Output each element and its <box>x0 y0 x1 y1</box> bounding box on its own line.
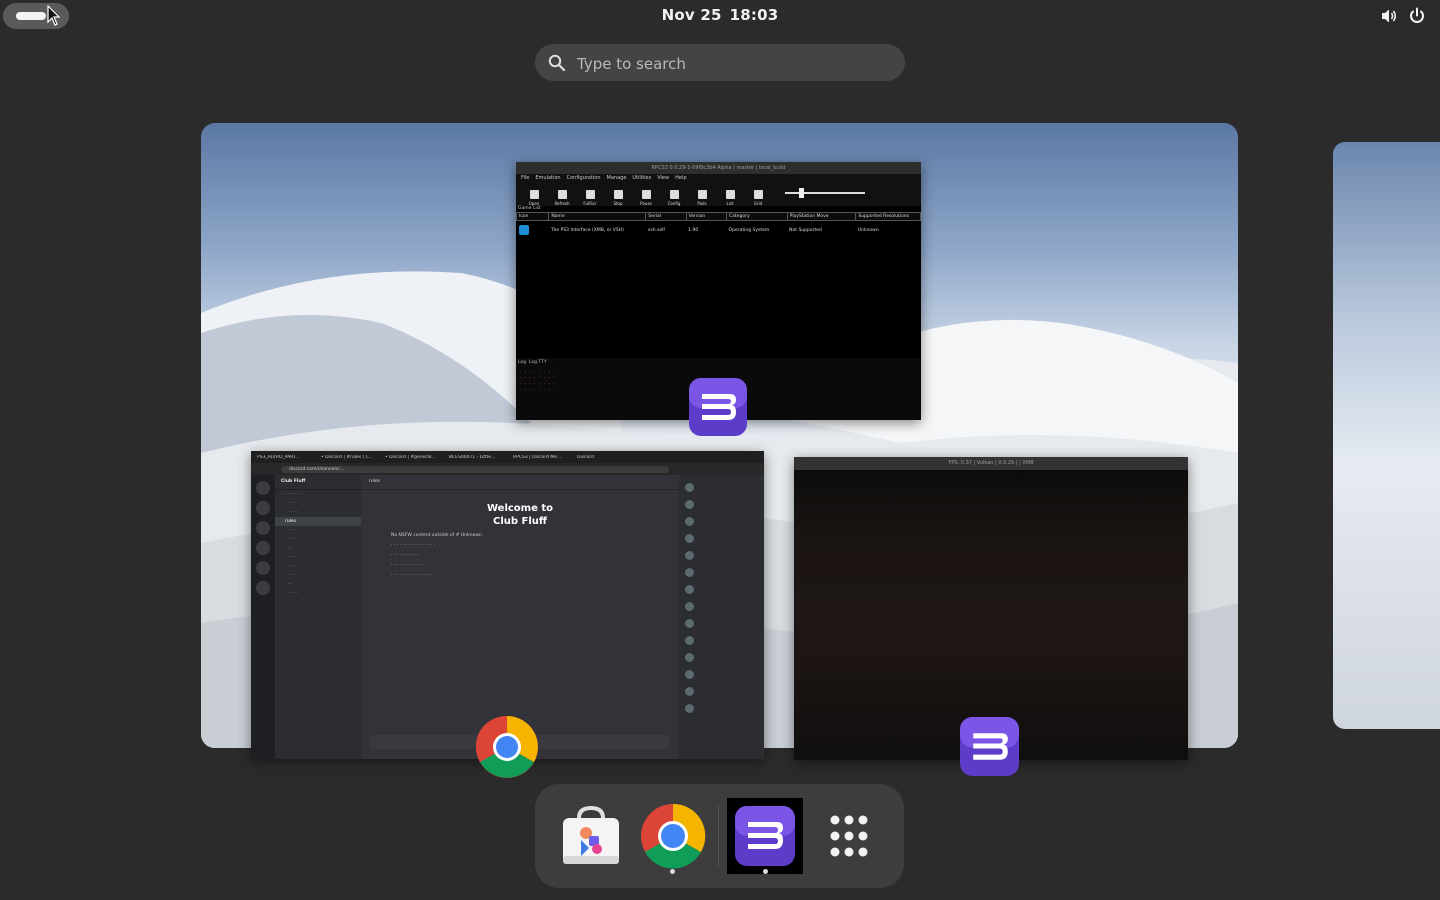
menu-manage: Manage <box>606 175 627 181</box>
search-entry[interactable] <box>535 44 905 83</box>
menu-help: Help <box>675 175 687 181</box>
browser-tab: BCES00071 - Little... <box>449 454 496 460</box>
rpcs3-icon[interactable] <box>727 798 803 874</box>
rpcs3-toolbar: Open Refresh FullScr Stop Pause Config P… <box>516 182 921 206</box>
gamepad-icon <box>697 190 707 199</box>
tool-list: List <box>719 190 741 206</box>
grid-icon <box>753 190 763 199</box>
power-icon[interactable] <box>1408 7 1426 25</box>
tool-refresh: Refresh <box>551 190 573 206</box>
table-row: The PS3 Interface (XMB, or VSH) vsh.self… <box>517 221 921 240</box>
search-input[interactable] <box>575 44 889 83</box>
date-label: Nov 25 <box>661 6 722 24</box>
menu-file: File <box>521 175 530 181</box>
pause-icon <box>641 190 651 199</box>
search-icon <box>548 54 566 72</box>
window-title: RPCS3 0.0.29-1-09f9c3b4 Alpha | master |… <box>516 162 921 174</box>
chrome-app-icon <box>475 715 538 778</box>
browser-tab: Discord <box>577 454 594 460</box>
tool-config: Config <box>663 190 685 206</box>
menu-bar: File Emulation Configuration Manage Util… <box>516 174 921 182</box>
chrome-icon[interactable] <box>635 798 711 874</box>
browser-tab: • Discord | #rules | C... <box>321 454 374 460</box>
tool-grid: Grid <box>747 190 769 206</box>
window-chrome-discord[interactable]: PS3_ALVRO_PART... • Discord | #rules | C… <box>251 451 764 759</box>
rpcs3-app-icon <box>960 717 1019 776</box>
menu-utilities: Utilities <box>632 175 652 181</box>
dock-separator <box>718 806 719 866</box>
clock[interactable]: Nov 25 18:03 <box>620 6 820 24</box>
game-list-table: Icon Name Serial Version Category PlaySt… <box>516 212 921 239</box>
list-icon <box>725 190 735 199</box>
time-label: 18:03 <box>729 6 779 24</box>
channel-header: rules <box>361 475 679 490</box>
menu-view: View <box>657 175 670 181</box>
running-indicator <box>670 869 675 874</box>
tool-pads: Pads <box>691 190 713 206</box>
ps3-game-icon <box>518 225 529 235</box>
open-icon <box>529 190 539 199</box>
discord-channel-list: Club Fluff · · · · · · · · · · · · · · rul… <box>275 475 361 759</box>
tool-pause: Pause <box>635 190 657 206</box>
window-rpcs3-game[interactable]: FPS: 0.37 | Vulkan | 0.0.29 | | XMB <box>794 457 1188 760</box>
stop-icon <box>613 190 623 199</box>
top-bar: Nov 25 18:03 <box>0 0 1440 32</box>
browser-tab: PS3_ALVRO_PART... <box>257 454 300 460</box>
fullscreen-icon <box>585 190 595 199</box>
welcome-heading: Welcome to Club Fluff <box>486 503 553 527</box>
dash-dock <box>535 784 904 888</box>
config-icon <box>669 190 679 199</box>
volume-icon[interactable] <box>1380 7 1398 25</box>
discord-server-list <box>251 475 275 759</box>
running-indicator <box>763 869 768 874</box>
window-title: FPS: 0.37 | Vulkan | 0.0.29 | | XMB <box>794 457 1188 470</box>
tool-fullscreen: FullScr <box>579 190 601 206</box>
rpcs3-app-icon <box>689 378 747 436</box>
show-apps-grid-icon[interactable] <box>811 798 887 874</box>
workspace-thumbnail-next[interactable] <box>1333 142 1440 729</box>
tool-open: Open <box>523 190 545 206</box>
icon-size-slider <box>785 188 865 198</box>
tool-stop: Stop <box>607 190 629 206</box>
menu-emulation: Emulation <box>535 175 561 181</box>
system-menu[interactable] <box>1380 7 1426 25</box>
software-store-icon[interactable] <box>553 798 629 874</box>
browser-tab: RPCS3 | Discord Me... <box>513 454 562 460</box>
discord-member-list <box>679 475 764 759</box>
log-label: Log Log TTY <box>518 360 547 365</box>
server-name: Club Fluff <box>275 475 361 490</box>
address-bar: discord.com/channels/... <box>251 463 764 475</box>
channel-active: rules <box>275 517 361 526</box>
menu-configuration: Configuration <box>566 175 601 181</box>
table-header-row: Icon Name Serial Version Category PlaySt… <box>516 212 921 221</box>
mouse-pointer-icon <box>47 5 61 26</box>
browser-tab-strip: PS3_ALVRO_PART... • Discord | #rules | C… <box>251 451 764 463</box>
browser-tab: • Discord | #general... <box>385 454 436 460</box>
refresh-icon <box>557 190 567 199</box>
workspace-indicator <box>16 12 46 20</box>
chat-message: No NSFW content outside of # Unknown <box>391 533 482 538</box>
